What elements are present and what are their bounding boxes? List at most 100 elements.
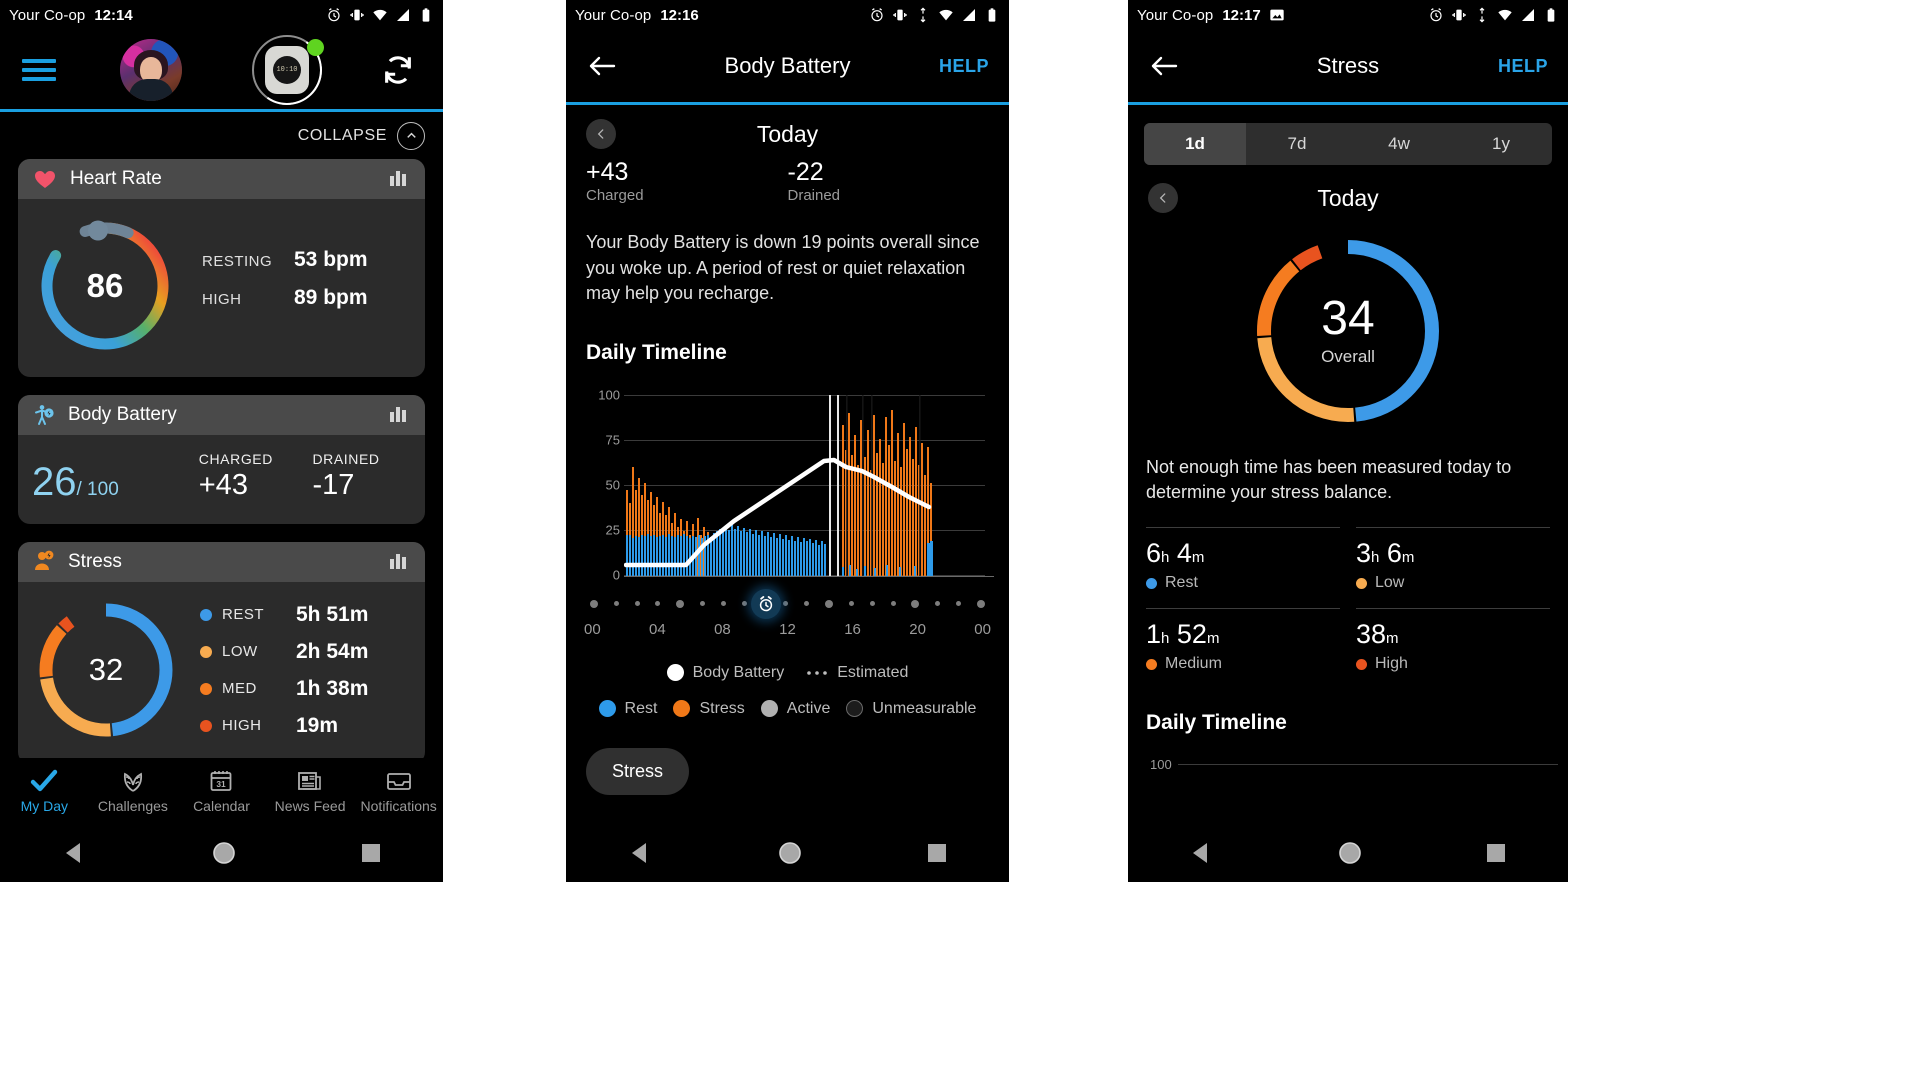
legend-dot-high [200, 719, 212, 732]
clock-label: 12:17 [1222, 6, 1261, 24]
status-bar: Your Co-op 12:14 [0, 0, 443, 30]
day-navigator: Today [1128, 165, 1568, 217]
help-button[interactable]: HELP [1498, 56, 1548, 77]
stat-medium-minutes: 52 [1176, 619, 1207, 650]
nav-label-calendar: Calendar [193, 798, 250, 814]
sidebar-item-challenges[interactable]: Challenges [89, 768, 178, 814]
back-triangle-icon[interactable] [1189, 840, 1215, 866]
hour-dots-track[interactable] [590, 588, 985, 619]
stat-low: 3h 6m Low [1356, 527, 1550, 608]
x-tick-4: 16 [844, 620, 861, 638]
stress-low-label: LOW [222, 643, 258, 660]
chevron-left-icon[interactable] [1148, 183, 1178, 213]
stress-person-icon [35, 550, 54, 570]
help-button[interactable]: HELP [939, 56, 989, 77]
stress-low-value: 2h 54m [296, 639, 369, 663]
sidebar-item-notifications[interactable]: Notifications [354, 768, 443, 814]
status-bar: Your Co-op 12:17 [1128, 0, 1568, 30]
tab-4w[interactable]: 4w [1348, 123, 1450, 165]
home-circle-icon[interactable] [211, 840, 237, 866]
tab-1d[interactable]: 1d [1144, 123, 1246, 165]
x-tick-6: 00 [974, 620, 991, 638]
back-triangle-icon[interactable] [628, 840, 654, 866]
range-tab-bar: 1d 7d 4w 1y [1144, 123, 1552, 165]
stress-donut-chart: 32 [32, 596, 180, 744]
heart-rate-card-body: 86 RESTING 53 bpm HIGH 89 bpm [18, 199, 425, 377]
stress-card-body: 32 REST 5h 51m LOW 2h 54m MED 1h 38m HIG… [18, 582, 425, 764]
legend-body-battery: Body Battery [666, 664, 784, 682]
chart-legend-primary: Body Battery Estimated [566, 664, 1009, 682]
svg-text:31: 31 [217, 779, 227, 789]
stress-score: 32 [88, 652, 124, 687]
stress-high-label: HIGH [222, 717, 262, 734]
legend-label-estimated: Estimated [837, 663, 909, 681]
stat-rest-minutes: 4 [1176, 538, 1192, 569]
wifi-icon [939, 9, 953, 21]
heart-rate-high-value: 89 bpm [294, 286, 368, 309]
battery-icon [422, 8, 430, 22]
stat-dot-medium [1146, 658, 1157, 670]
stress-link-button[interactable]: Stress [586, 747, 690, 795]
y-tick-0: 0 [612, 567, 620, 583]
recents-square-icon[interactable] [926, 842, 948, 864]
vibrate-icon [350, 9, 364, 21]
sidebar-item-calendar[interactable]: 31 Calendar [177, 768, 266, 814]
heart-rate-resting-row: RESTING 53 bpm [202, 248, 368, 272]
home-circle-icon[interactable] [1337, 840, 1363, 866]
alarm-clock-icon[interactable] [751, 588, 781, 619]
body-battery-card[interactable]: Body Battery 26/ 100 CHARGED +43 DRAINED [18, 395, 425, 524]
nav-label-challenges: Challenges [97, 798, 168, 814]
tab-1y[interactable]: 1y [1450, 123, 1552, 165]
clock-label: 12:14 [94, 6, 133, 24]
stress-card[interactable]: Stress 32 REST 5h 51m LOW 2h 54m MED 1h … [18, 542, 425, 764]
home-circle-icon[interactable] [777, 840, 803, 866]
chevron-left-icon[interactable] [586, 119, 616, 149]
sync-arrows-icon [920, 7, 926, 23]
x-tick-1: 04 [649, 620, 666, 638]
watch-device-icon[interactable]: 10:10 [246, 28, 328, 111]
bar-chart-icon[interactable] [389, 168, 411, 191]
legend-rest: Rest [598, 700, 657, 718]
bar-chart-icon[interactable] [389, 551, 411, 574]
y-tick-25: 25 [605, 522, 620, 538]
body-battery-value: 26 [32, 460, 77, 504]
charged-block: +43 Charged [586, 158, 788, 205]
heart-rate-resting-label: RESTING [202, 253, 273, 270]
app-bar: Stress HELP [1128, 30, 1568, 105]
tab-7d[interactable]: 7d [1246, 123, 1348, 165]
sidebar-item-my-day[interactable]: My Day [0, 768, 89, 814]
card-list: Heart Rate 86 RESTING 53 bpm HIGH 89 bpm… [0, 159, 443, 764]
y-tick-75: 75 [605, 432, 620, 448]
bar-chart-icon[interactable] [389, 404, 411, 427]
legend-label-unmeasurable: Unmeasurable [872, 699, 977, 717]
stat-dot-high [1356, 658, 1367, 670]
arrow-left-icon[interactable] [1150, 54, 1178, 78]
device-status-dot [307, 38, 324, 56]
stat-medium: 1h 52m Medium [1146, 608, 1340, 689]
calendar-icon: 31 [177, 768, 266, 794]
arrow-left-icon[interactable] [588, 54, 616, 78]
stress-high-value: 19m [296, 713, 339, 737]
stat-rest-hours: 6 [1146, 538, 1162, 569]
system-navigation-bar [566, 824, 1009, 882]
status-icons [326, 7, 434, 23]
back-triangle-icon[interactable] [62, 840, 88, 866]
recents-square-icon[interactable] [360, 842, 382, 864]
current-day-label: Today [756, 120, 819, 147]
y-tick-50: 50 [605, 477, 620, 493]
recents-square-icon[interactable] [1485, 842, 1507, 864]
collapse-row[interactable]: COLLAPSE [0, 112, 443, 159]
sync-refresh-icon[interactable] [381, 53, 415, 87]
user-avatar[interactable] [120, 38, 182, 101]
heart-rate-card[interactable]: Heart Rate 86 RESTING 53 bpm HIGH 89 bpm [18, 159, 425, 377]
chevron-up-icon[interactable] [397, 121, 425, 150]
drained-value: -22 [787, 158, 824, 186]
stat-rest-h-unit: h [1161, 549, 1170, 567]
screenshot-stage: Your Co-op 12:14 10:10 COLLAPSE Heart Ra… [0, 0, 1920, 1080]
charged-value: +43 [586, 158, 629, 186]
hamburger-menu-icon[interactable] [22, 58, 56, 81]
body-battery-drained-label: DRAINED [312, 451, 380, 467]
sidebar-item-news-feed[interactable]: News Feed [266, 768, 355, 814]
timeline-plot [624, 394, 994, 577]
stress-overall-donut: 34 Overall [1250, 233, 1446, 429]
